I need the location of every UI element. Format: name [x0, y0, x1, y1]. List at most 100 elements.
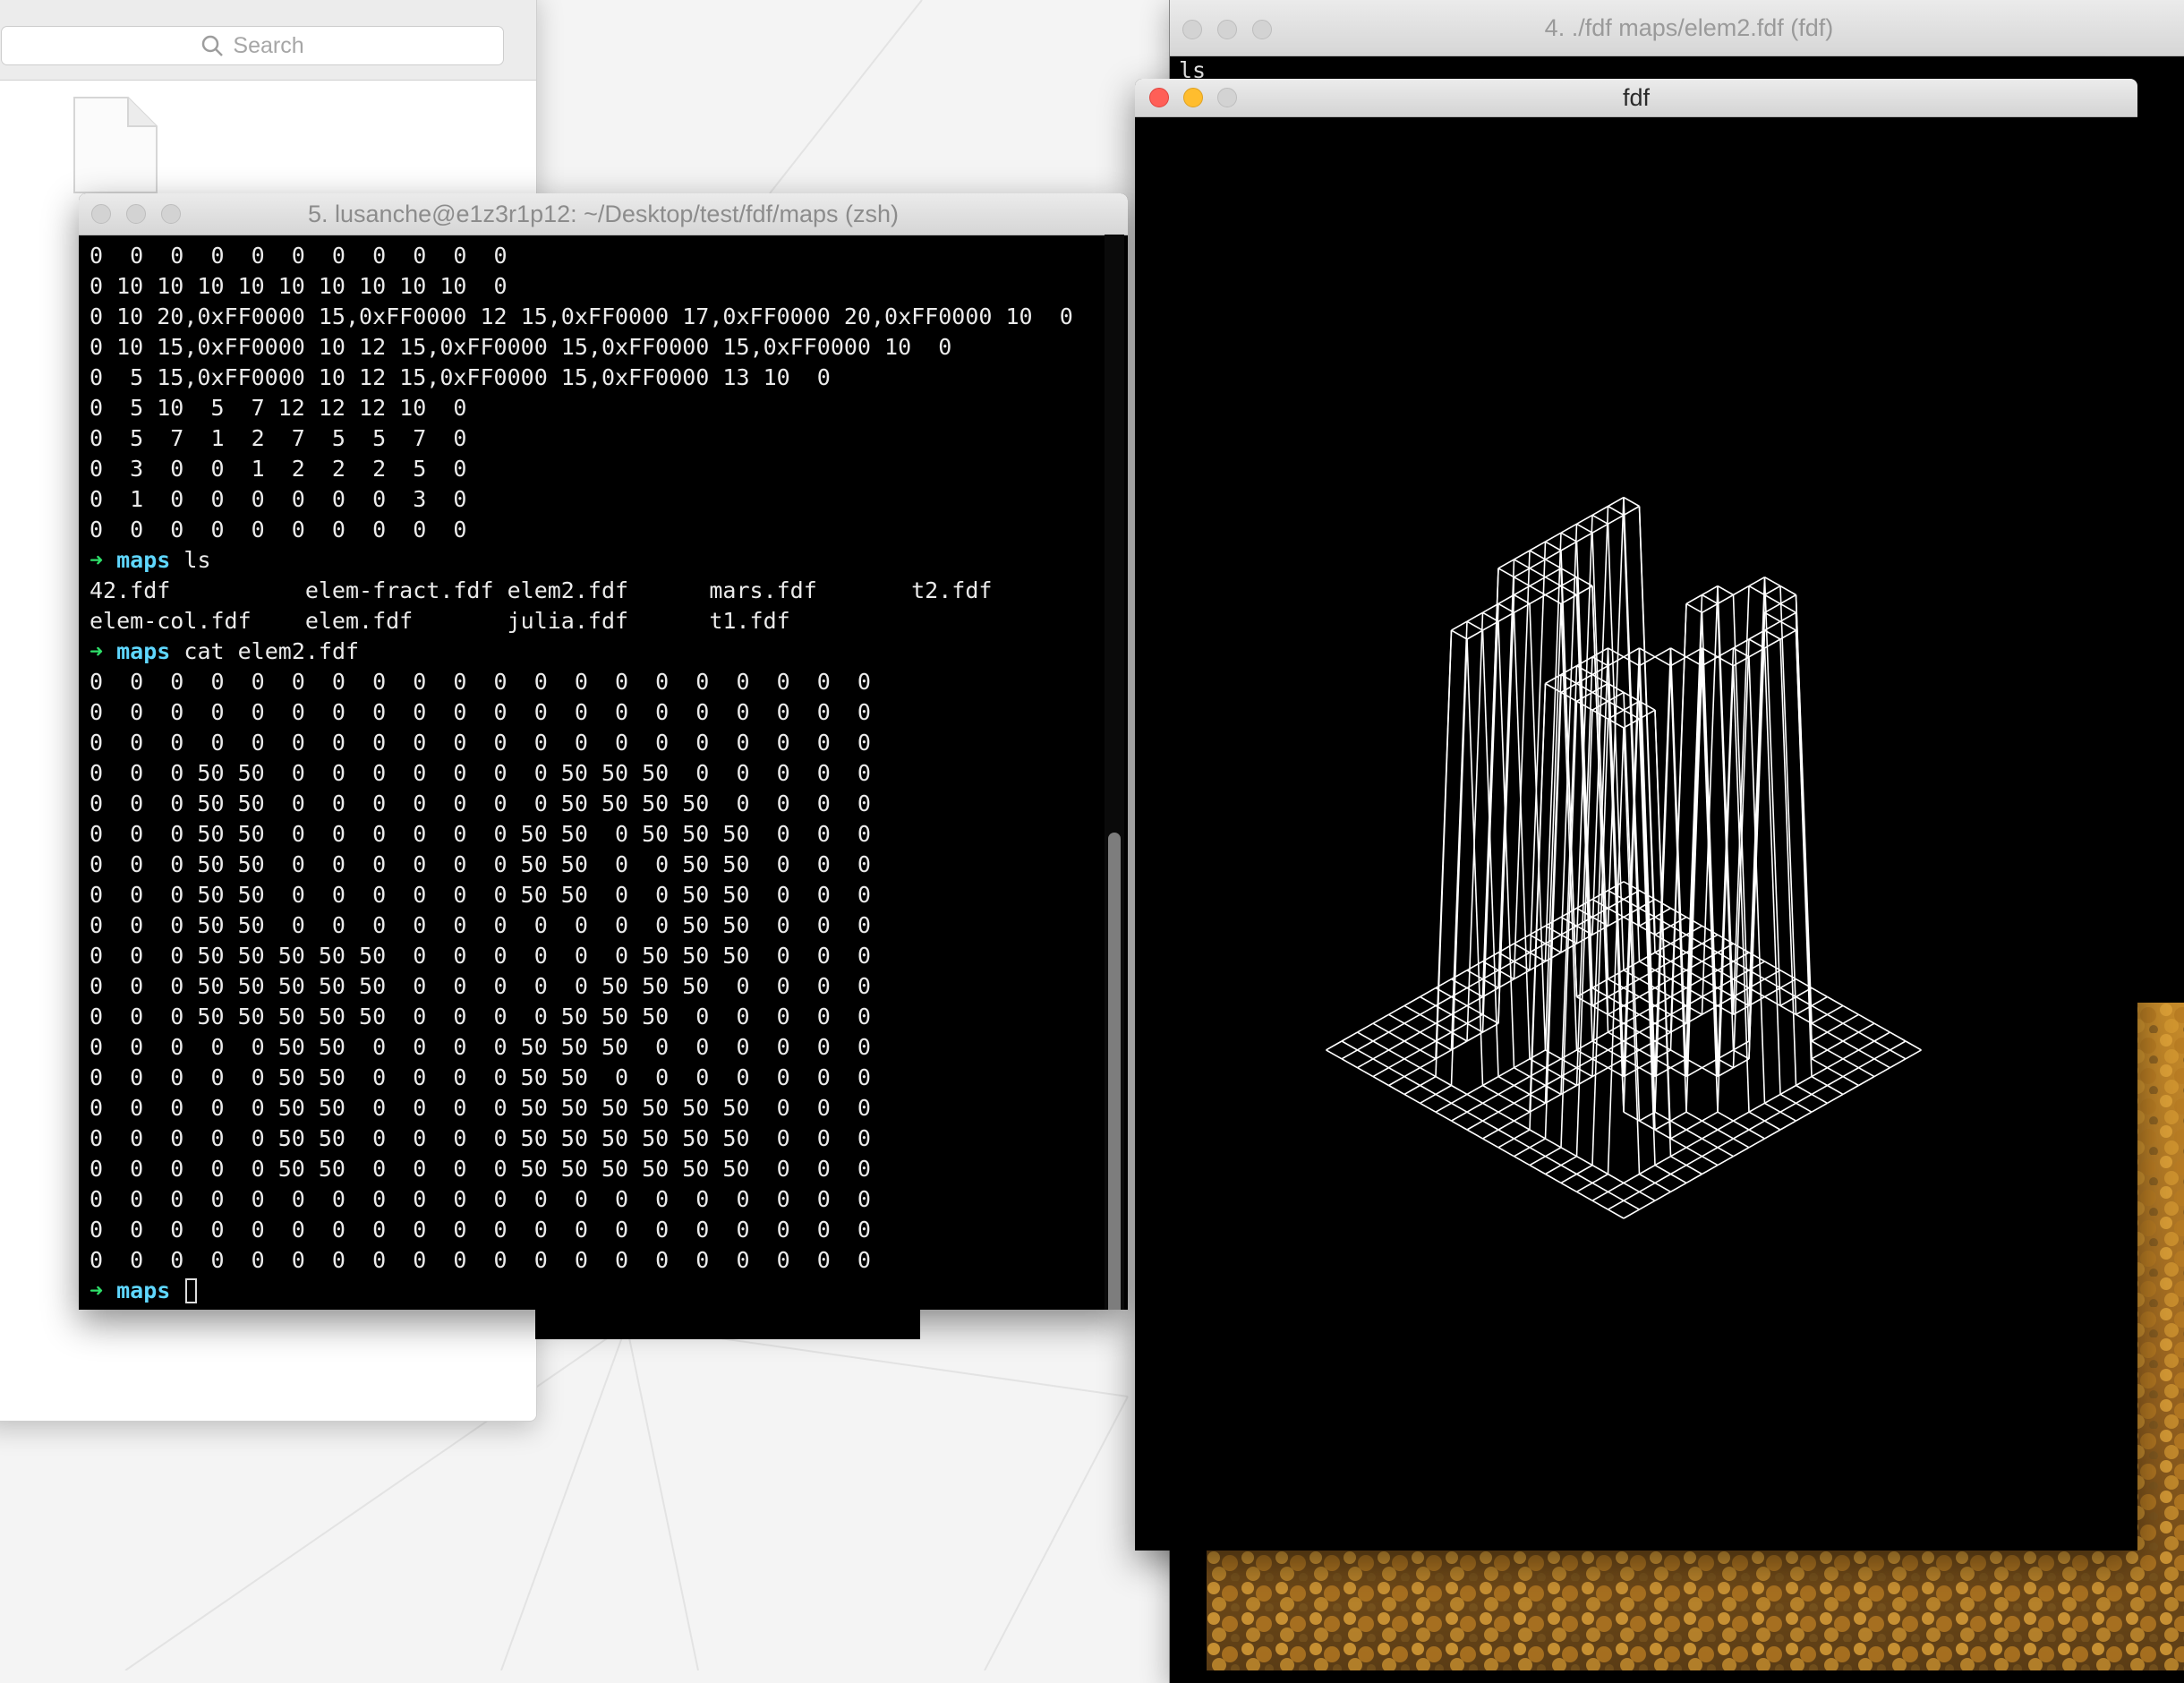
mesh-edge-horizontal: [1451, 1120, 1468, 1131]
mesh-edge-vertical: [1654, 1156, 1671, 1166]
output-text: 0 5 15,0xFF0000 10 12 15,0xFF0000 15,0xF…: [90, 364, 831, 390]
mesh-edge-horizontal: [1372, 1058, 1389, 1069]
output-line: 0 0 0 0 0 0 0 0 0 0 0 0 0 0 0 0 0 0 0 0: [90, 1215, 1092, 1245]
mesh-edge-vertical: [1685, 1120, 1702, 1131]
mesh-edge-horizontal: [1654, 1182, 1671, 1192]
mesh-edge-vertical: [1545, 1164, 1562, 1175]
terminal-window-5[interactable]: 5. lusanche@e1z3r1p12: ~/Desktop/test/fd…: [79, 193, 1128, 1310]
mesh-edge-horizontal: [1591, 1200, 1608, 1210]
mesh-edge-horizontal: [1591, 1182, 1608, 1192]
mesh-edge-vertical: [1545, 952, 1562, 962]
fdf-window[interactable]: fdf: [1135, 79, 2137, 1551]
mesh-edge-vertical: [1403, 1067, 1420, 1078]
mesh-edge-vertical: [1748, 1138, 1765, 1149]
mesh-edge-vertical: [1372, 1067, 1389, 1078]
mesh-edge-vertical: [1873, 1067, 1890, 1078]
mesh-edge-horizontal: [1796, 1102, 1813, 1113]
mesh-edge-horizontal: [1717, 585, 1734, 596]
mesh-edge-horizontal: [1764, 594, 1781, 605]
mesh-edge-vertical: [1779, 1102, 1796, 1113]
terminal-output[interactable]: 0 0 0 0 0 0 0 0 0 0 0 0 10 10 10 10 10 10…: [90, 241, 1092, 1306]
mesh-edge-horizontal: [1670, 907, 1687, 918]
scrollbar-thumb[interactable]: [1108, 833, 1121, 1310]
mesh-edge-horizontal: [1654, 656, 1671, 667]
mesh-edge-horizontal: [1420, 1049, 1437, 1060]
mesh-edge-vertical: [1670, 1182, 1687, 1192]
mesh-edge-horizontal: [1748, 585, 1765, 596]
mesh-edge-horizontal: [1545, 559, 1562, 569]
mesh-edge-vertical: [1497, 1067, 1514, 1078]
mesh-edge-horizontal: [1514, 1138, 1531, 1149]
mesh-edge-vertical: [1388, 1040, 1405, 1051]
mesh-edge-vertical: [1670, 1147, 1687, 1158]
mesh-edge-horizontal: [1873, 1022, 1890, 1033]
mesh-edge-vertical: [1779, 594, 1796, 605]
document-icon[interactable]: [73, 96, 158, 194]
output-line: 0 0 0 0 0 0 0 0 0 0 0 0 0 0 0 0 0 0 0 0: [90, 667, 1092, 697]
output-line: 0 1 0 0 0 0 0 0 3 0: [90, 484, 1092, 515]
mesh-edge-vertical: [1811, 995, 1828, 1007]
mesh-edge-horizontal: [1403, 1004, 1420, 1015]
mesh-edge-vertical: [1654, 978, 1671, 989]
output-text: 0 10 15,0xFF0000 10 12 15,0xFF0000 15,0x…: [90, 334, 952, 360]
mesh-edge-horizontal: [1748, 1111, 1765, 1122]
mesh-edge-vertical: [1685, 925, 1702, 935]
finder-toolbar: Search: [0, 0, 536, 81]
mesh-edge-horizontal: [1654, 1111, 1671, 1122]
output-text: 0 0 0 0 0 50 50 0 0 0 0 50 50 50 0 0 0 0…: [90, 1034, 871, 1060]
mesh-edge-horizontal: [1545, 943, 1562, 953]
mesh-edge-horizontal: [1513, 612, 1531, 1059]
mesh-edge-horizontal: [1420, 1067, 1437, 1078]
mesh-edge-horizontal: [1388, 1031, 1405, 1042]
mesh-edge-horizontal: [1796, 1084, 1813, 1096]
output-line: 0 5 7 1 2 7 5 5 7 0: [90, 423, 1092, 454]
mesh-edge-horizontal: [1779, 1111, 1796, 1122]
mesh-edge-vertical: [1591, 1191, 1608, 1201]
output-line: 0 0 0 50 50 50 50 50 0 0 0 0 0 50 50 50 …: [90, 971, 1092, 1002]
mesh-edge-vertical: [1733, 1129, 1750, 1140]
mesh-edge-vertical: [1576, 514, 1593, 525]
search-field[interactable]: Search: [1, 26, 504, 65]
wireframe-canvas: [1326, 496, 1922, 1219]
prompt-line: ➜ maps ls: [90, 545, 1092, 576]
mesh-edge-vertical: [1654, 1173, 1671, 1184]
mesh-edge-horizontal: [1811, 987, 1828, 998]
mesh-edge-vertical: [1608, 656, 1625, 667]
mesh-edge-vertical: [1858, 1040, 1875, 1051]
mesh-edge-horizontal: [1341, 1058, 1358, 1069]
mesh-edge-horizontal: [1591, 514, 1608, 525]
output-text: 0 0 0 0 0 0 0 0 0 0 0 0 0 0 0 0 0 0 0 0: [90, 730, 871, 756]
mesh-edge-horizontal: [1435, 1040, 1452, 1051]
mesh-edge-horizontal: [1466, 1111, 1483, 1122]
mesh-edge-horizontal: [1764, 961, 1781, 971]
mesh-edge-horizontal: [1811, 1093, 1828, 1104]
mesh-edge-horizontal: [1702, 594, 1719, 605]
mesh-edge-horizontal: [1481, 630, 1499, 1077]
mesh-edge-vertical: [1481, 568, 1499, 1015]
mesh-edge-horizontal: [1702, 1138, 1719, 1149]
mesh-edge-horizontal: [1779, 1093, 1796, 1104]
mesh-edge-vertical: [1466, 1102, 1483, 1113]
mesh-edge-vertical: [1858, 1058, 1875, 1069]
mesh-edge-horizontal: [1403, 1075, 1420, 1087]
mesh-edge-vertical: [1842, 1013, 1859, 1024]
mesh-edge-horizontal: [1482, 1120, 1499, 1131]
mesh-edge-vertical: [1685, 1067, 1702, 1078]
mesh-edge-vertical: [1591, 1173, 1608, 1184]
mesh-edge-vertical: [1420, 1040, 1437, 1051]
mesh-edge-horizontal: [1372, 1075, 1389, 1087]
mesh-edge-horizontal: [1497, 594, 1515, 1024]
mesh-edge-horizontal: [1466, 1093, 1483, 1104]
output-line: 0 0 0 50 50 0 0 0 0 0 0 0 50 50 50 0 0 0…: [90, 758, 1092, 789]
mesh-edge-horizontal: [1670, 925, 1687, 935]
output-line: 0 0 0 0 0 0 0 0 0 0 0 0 0 0 0 0 0 0 0 0: [90, 697, 1092, 728]
mesh-edge-horizontal: [1639, 961, 1656, 971]
mesh-edge-horizontal: [1701, 585, 1719, 1015]
mesh-edge-vertical: [1435, 1102, 1452, 1113]
mesh-edge-horizontal: [1811, 1075, 1828, 1087]
mesh-edge-horizontal: [1403, 1040, 1420, 1051]
mesh-edge-vertical: [1576, 1040, 1593, 1051]
mesh-edge-horizontal: [1388, 1067, 1405, 1078]
mesh-edge-vertical: [1514, 1093, 1531, 1104]
mesh-edge-horizontal: [1748, 1129, 1765, 1140]
